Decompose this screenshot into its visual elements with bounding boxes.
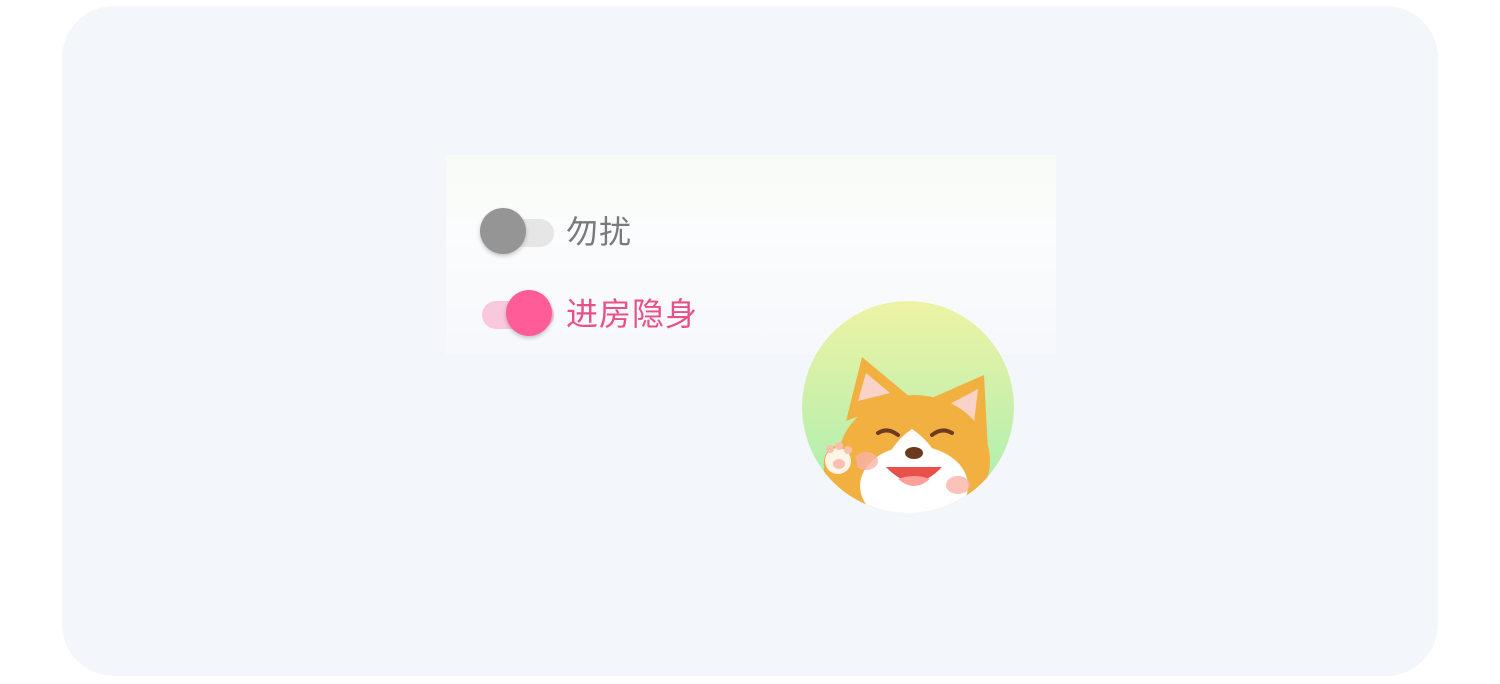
do-not-disturb-label: 勿扰: [566, 213, 633, 251]
corgi-waving-icon: [802, 301, 1014, 513]
do-not-disturb-row: 勿扰: [478, 208, 632, 256]
stealth-entry-toggle[interactable]: [478, 290, 554, 338]
stealth-entry-row: 进房隐身: [478, 290, 698, 338]
do-not-disturb-toggle[interactable]: [478, 208, 554, 256]
corgi-avatar: [802, 301, 1014, 513]
toggle-knob: [506, 290, 552, 336]
toggle-knob: [480, 208, 526, 254]
stealth-entry-label: 进房隐身: [566, 295, 699, 333]
